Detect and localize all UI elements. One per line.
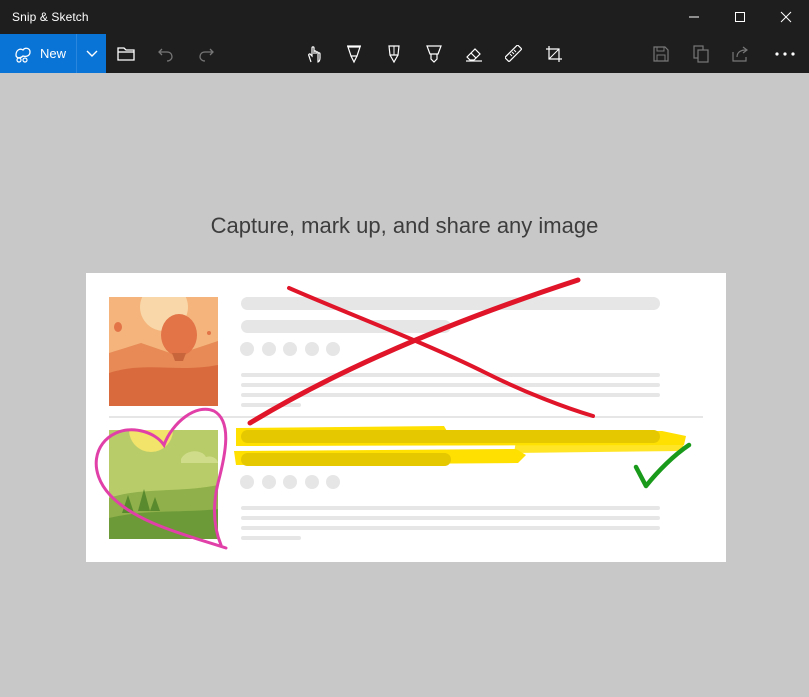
- copy-icon: [693, 44, 709, 63]
- toolbar: New: [0, 34, 809, 73]
- share-button[interactable]: [721, 34, 761, 73]
- copy-button[interactable]: [681, 34, 721, 73]
- save-button[interactable]: [641, 34, 681, 73]
- eraser-icon: [466, 47, 482, 62]
- redo-button[interactable]: [186, 34, 226, 73]
- eraser-button[interactable]: [454, 34, 494, 73]
- minimize-button[interactable]: [671, 0, 717, 34]
- pencil-button[interactable]: [374, 34, 414, 73]
- redo-icon: [199, 48, 214, 62]
- undo-button[interactable]: [146, 34, 186, 73]
- pencil-icon: [388, 44, 400, 63]
- open-file-icon: [117, 46, 135, 61]
- more-button[interactable]: [765, 34, 805, 73]
- markup-illustration: [94, 277, 703, 550]
- touch-writing-button[interactable]: [294, 34, 334, 73]
- empty-state-tagline: Capture, mark up, and share any image: [210, 213, 599, 238]
- share-icon: [732, 46, 748, 62]
- chevron-down-icon: [86, 50, 97, 57]
- close-button[interactable]: [763, 0, 809, 34]
- ruler-icon: [505, 44, 522, 62]
- open-file-button[interactable]: [106, 34, 146, 73]
- title-bar: Snip & Sketch: [0, 0, 809, 34]
- crop-icon: [546, 45, 562, 62]
- snip-icon: [15, 47, 31, 63]
- more-icon: [775, 51, 795, 56]
- ballpoint-pen-button[interactable]: [334, 34, 374, 73]
- save-icon: [653, 45, 669, 62]
- highlighter-button[interactable]: [414, 34, 454, 73]
- touch-writing-icon: [308, 45, 321, 63]
- new-button[interactable]: New: [0, 34, 76, 73]
- new-dropdown-button[interactable]: [76, 34, 106, 73]
- minimize-icon: [689, 16, 699, 18]
- undo-icon: [158, 48, 173, 62]
- maximize-button[interactable]: [717, 0, 763, 34]
- maximize-icon: [735, 12, 745, 22]
- green-hills-picture: [109, 430, 218, 539]
- close-icon: [780, 11, 792, 23]
- ruler-button[interactable]: [494, 34, 534, 73]
- illustration-card: [86, 273, 726, 562]
- new-button-label: New: [40, 46, 67, 61]
- crop-button[interactable]: [534, 34, 574, 73]
- ballpoint-pen-icon: [347, 44, 361, 63]
- window-title: Snip & Sketch: [12, 10, 89, 24]
- highlighter-icon: [426, 44, 442, 63]
- desert-balloon-picture: [109, 297, 218, 406]
